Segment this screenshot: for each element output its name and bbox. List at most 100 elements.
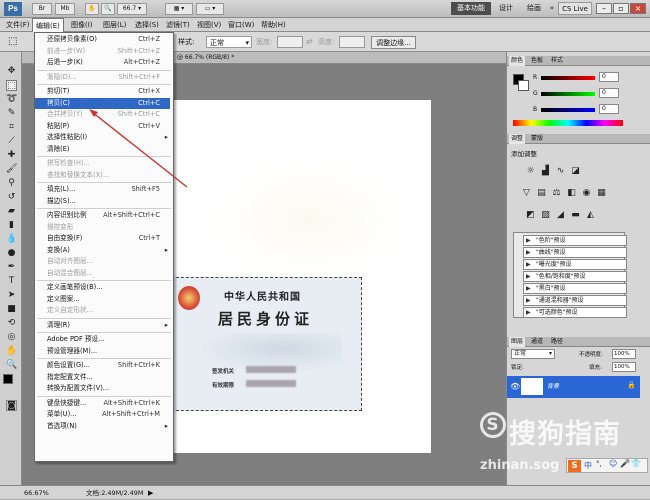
workspace-more[interactable]: »	[547, 2, 557, 15]
edit-menu-item[interactable]: 颜色设置(G)... Shift+Ctrl+K	[47, 360, 170, 371]
ime-emoji-icon[interactable]: ☺	[609, 459, 617, 468]
bridge-button[interactable]: Br	[32, 3, 52, 15]
edit-menu-item[interactable]: 选择性粘贴(I) ▸	[47, 132, 170, 143]
minibridge-button[interactable]: Mb	[55, 3, 75, 15]
refine-edge-button[interactable]: 调整边缘...	[371, 36, 416, 49]
photo-filter-icon[interactable]: ◉	[581, 188, 592, 199]
menu-file[interactable]: 文件(F)	[3, 18, 33, 32]
curves-icon[interactable]: ∿	[555, 166, 566, 177]
eraser-tool-icon[interactable]: ▰	[6, 206, 17, 217]
type-tool-icon[interactable]: T	[6, 276, 17, 287]
tab-masks[interactable]: 蒙版	[529, 134, 545, 144]
color-balance-icon[interactable]: ⚖	[551, 188, 562, 199]
edit-menu-item[interactable]: 描边(S)...	[47, 196, 170, 207]
channel-mixer-icon[interactable]: ▦	[596, 188, 607, 199]
preset-exposure[interactable]: "曝光度"预设	[523, 259, 627, 270]
style-select[interactable]: 正常 ▾	[206, 36, 252, 48]
shape-tool-icon[interactable]: ■	[6, 304, 17, 315]
edit-menu-item[interactable]: 键盘快捷键... Alt+Shift+Ctrl+K	[47, 398, 170, 409]
color-channel-r-input[interactable]: 0	[599, 72, 619, 82]
selective-color-icon[interactable]: ◭	[585, 210, 596, 221]
zoom-tool-icon[interactable]: 🔍	[101, 3, 115, 15]
preset-curves[interactable]: "曲线"预设	[523, 247, 627, 258]
3d-camera-tool-icon[interactable]: ◎	[6, 332, 17, 343]
edit-menu-item[interactable]: 清理(R) ▸	[47, 320, 170, 331]
workspace-essentials[interactable]: 基本功能	[451, 2, 491, 15]
edit-menu-item[interactable]: Adobe PDF 预设...	[47, 334, 170, 345]
3d-rotate-tool-icon[interactable]: ⟲	[6, 318, 17, 329]
menu-image[interactable]: 图像(I)	[68, 18, 96, 32]
edit-menu-item[interactable]: 拷贝(C) Ctrl+C	[35, 97, 170, 109]
tab-layers[interactable]: 图层	[509, 337, 526, 347]
hand-tool-icon[interactable]: ✋	[85, 3, 99, 15]
edit-menu-item[interactable]: 后退一步(K) Alt+Ctrl+Z	[47, 57, 170, 68]
tab-swatches[interactable]: 色板	[529, 56, 545, 66]
edit-menu-item[interactable]: 首选项(N) ▸	[47, 421, 170, 432]
hand-icon[interactable]: ✋	[6, 346, 17, 357]
edit-menu-item[interactable]: 剪切(T) Ctrl+X	[47, 86, 170, 97]
slider-g[interactable]	[541, 92, 595, 96]
tab-adjustments[interactable]: 调整	[509, 134, 526, 144]
screen-mode-button[interactable]: ▭ ▾	[196, 3, 224, 15]
preset-levels[interactable]: "色阶"预设	[523, 235, 627, 246]
color-channel-g-input[interactable]: 0	[599, 88, 619, 98]
menu-select[interactable]: 选择(S)	[132, 18, 162, 32]
edit-menu-item[interactable]: 预设管理器(M)...	[47, 346, 170, 357]
workspace-painting[interactable]: 绘画	[522, 2, 546, 15]
cs-live-button[interactable]: CS Live	[558, 2, 592, 15]
color-spectrum-bar[interactable]	[513, 120, 623, 126]
eyedropper-tool-icon[interactable]: ⟋	[6, 136, 17, 147]
status-zoom[interactable]: 66.67%	[24, 486, 49, 500]
edit-menu-item[interactable]: 内容识别比例 Alt+Shift+Ctrl+C	[47, 210, 170, 221]
brush-tool-icon[interactable]: 🖌	[6, 164, 17, 175]
status-menu-arrow-icon[interactable]: ▶	[148, 486, 153, 500]
height-input[interactable]	[339, 36, 365, 48]
rect-marquee-tool-icon[interactable]: ⬚	[6, 80, 17, 91]
black-white-icon[interactable]: ◧	[566, 188, 577, 199]
ime-voice-icon[interactable]: 🎤	[620, 459, 630, 468]
tab-color[interactable]: 颜色	[509, 56, 526, 66]
edit-menu-item[interactable]: 清除(E)	[47, 144, 170, 155]
edit-menu-item[interactable]: 粘贴(P) Ctrl+V	[47, 121, 170, 132]
edit-menu-item[interactable]: 变换(A) ▸	[47, 245, 170, 256]
levels-icon[interactable]: ▟	[540, 166, 551, 177]
arrange-documents-button[interactable]: ▦ ▾	[165, 3, 193, 15]
history-brush-tool-icon[interactable]: ↺	[6, 192, 17, 203]
ime-chinese-toggle[interactable]: 中	[584, 460, 592, 471]
lasso-tool-icon[interactable]: ➰	[6, 94, 17, 105]
menu-layer[interactable]: 图层(L)	[100, 18, 129, 32]
menu-edit[interactable]: 编辑(E)	[32, 18, 64, 32]
quick-select-tool-icon[interactable]: ✎	[6, 108, 17, 119]
threshold-icon[interactable]: ◢	[555, 210, 566, 221]
edit-menu-item[interactable]: 转换为配置文件(V)...	[47, 383, 170, 394]
close-icon[interactable]: ×	[630, 3, 646, 14]
edit-menu-item[interactable]: 定义画笔预设(B)...	[47, 282, 170, 293]
fill-input[interactable]: 100%	[612, 362, 636, 372]
slider-b[interactable]	[541, 108, 595, 112]
preset-channel-mixer[interactable]: "通道混和器"预设	[523, 295, 627, 306]
move-tool-icon[interactable]: ✥	[6, 66, 17, 77]
foreground-color-swatch[interactable]	[3, 374, 13, 384]
zoom-level-dropdown[interactable]: 66.7 ▾	[117, 3, 147, 15]
id-card-selection[interactable]: 中华人民共和国 居民身份证 签发机关 有效期限	[171, 277, 362, 411]
ime-skin-icon[interactable]: 👕	[631, 459, 641, 468]
tab-paths[interactable]: 路径	[549, 337, 565, 347]
menu-help[interactable]: 帮助(H)	[258, 18, 289, 32]
ime-punctuation-toggle[interactable]: °,	[596, 460, 602, 468]
color-panel-background-swatch[interactable]	[518, 80, 529, 91]
ime-logo-icon[interactable]: S	[568, 460, 581, 472]
tab-channels[interactable]: 通道	[529, 337, 545, 347]
vibrance-icon[interactable]: ▽	[521, 188, 532, 199]
healing-brush-tool-icon[interactable]: ✚	[6, 150, 17, 161]
edit-menu-item[interactable]: 自由变换(F) Ctrl+T	[47, 233, 170, 244]
preset-black-white[interactable]: "黑白"预设	[523, 283, 627, 294]
edit-menu-item[interactable]: 菜单(U)... Alt+Shift+Ctrl+M	[47, 409, 170, 420]
invert-icon[interactable]: ◩	[525, 210, 536, 221]
gradient-map-icon[interactable]: ▬	[570, 210, 581, 221]
swap-icon[interactable]: ⇄	[306, 36, 313, 48]
minimize-icon[interactable]: –	[596, 3, 612, 14]
width-input[interactable]	[277, 36, 303, 48]
menu-filter[interactable]: 滤镜(T)	[163, 18, 193, 32]
exposure-icon[interactable]: ◪	[570, 166, 581, 177]
pen-tool-icon[interactable]: ✒	[6, 262, 17, 273]
